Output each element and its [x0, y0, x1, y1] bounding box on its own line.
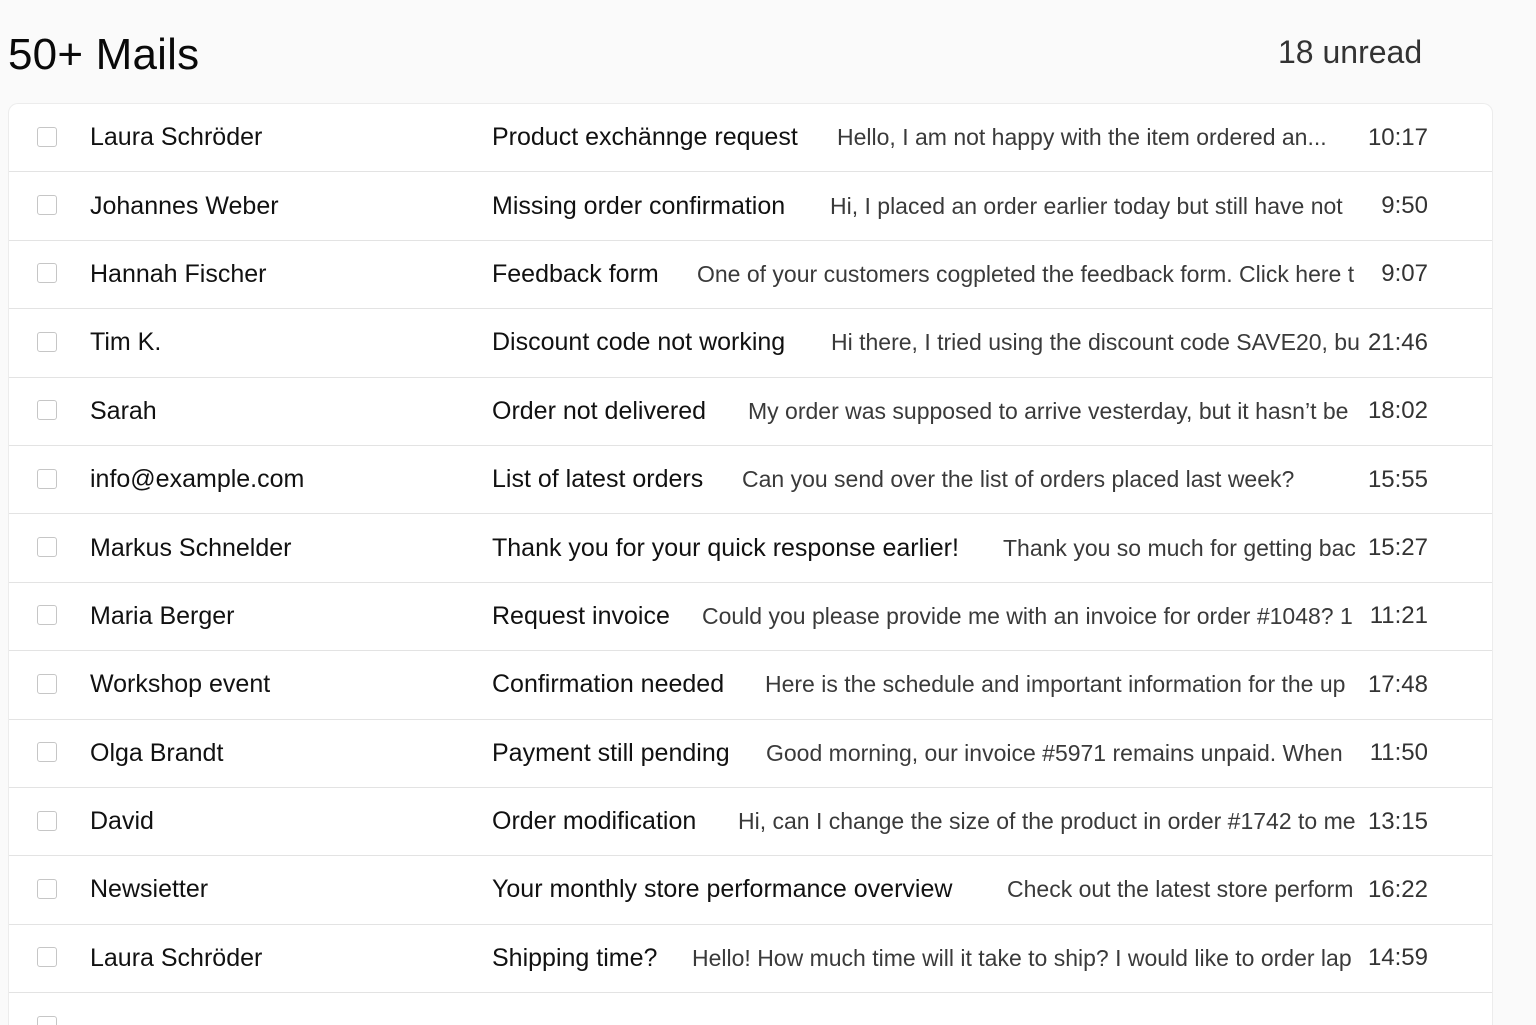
mail-row[interactable]: info@example.com List of latest orders C…: [9, 445, 1492, 515]
mail-time: 21:46: [1367, 309, 1428, 377]
mail-subject: Discount code not working: [492, 328, 786, 357]
mail-checkbox[interactable]: [37, 537, 57, 558]
mail-time: 15:55: [1367, 445, 1428, 514]
mail-row[interactable]: Workshop event Confirmation needed Here …: [9, 651, 1492, 720]
mail-subject: Product exchännge request: [492, 123, 798, 152]
mail-checkbox[interactable]: [37, 331, 57, 352]
mail-preview: Check out the latest store perform: [1007, 876, 1354, 903]
mail-row[interactable]: [9, 993, 1492, 1025]
mail-checkbox[interactable]: [37, 195, 57, 216]
mail-subject: Feedback form: [492, 259, 659, 288]
mail-sender: Workshop event: [90, 670, 271, 699]
mail-row[interactable]: Olga Brandt Payment still pending Good m…: [9, 719, 1492, 788]
mail-sender: Laura Schröder: [90, 943, 263, 972]
mail-row[interactable]: Hannah Fischer Feedback form One of your…: [9, 240, 1492, 310]
mail-sender: David: [90, 807, 154, 836]
mail-checkbox[interactable]: [37, 878, 57, 899]
mail-time: 9:50: [1381, 172, 1428, 240]
mail-row[interactable]: Johannes Weber Missing order confirmatio…: [9, 172, 1492, 241]
mail-checkbox[interactable]: [37, 810, 57, 831]
mail-time: 9:07: [1381, 240, 1428, 309]
mail-checkbox[interactable]: [37, 126, 57, 147]
mail-checkbox[interactable]: [37, 263, 57, 284]
mail-preview: Could you please provide me with an invo…: [702, 602, 1353, 629]
mail-checkbox[interactable]: [37, 673, 57, 694]
mail-subject: Thank you for your quick response earlie…: [492, 533, 959, 562]
mail-subject: Request invoice: [492, 601, 670, 630]
mail-checkbox[interactable]: [37, 742, 57, 763]
mail-preview: Hi, I placed an order earlier today but …: [830, 192, 1343, 219]
mail-preview: My order was supposed to arrive vesterda…: [748, 397, 1349, 424]
mail-subject: Order modification: [492, 807, 697, 836]
mail-row[interactable]: Sarah Order not delivered My order was s…: [9, 377, 1492, 446]
mail-subject: Confirmation needed: [492, 670, 725, 699]
mail-sender: Johannes Weber: [90, 191, 279, 220]
mail-subject: Your monthly store performance overview: [492, 875, 953, 904]
mail-list: Laura Schröder Product exchännge request…: [8, 103, 1493, 1025]
mail-checkbox[interactable]: [37, 468, 57, 489]
mail-time: 13:15: [1367, 787, 1428, 856]
mail-row[interactable]: Markus Schnelder Thank you for your quic…: [9, 514, 1492, 583]
mail-preview: Hi, can I change the size of the product…: [738, 808, 1356, 835]
mail-checkbox[interactable]: [37, 605, 57, 626]
mail-sender: Markus Schnelder: [90, 533, 292, 562]
mail-header: 50+ Mails 18 unread: [0, 0, 1536, 100]
mail-row[interactable]: Laura Schröder Shipping time? Hello! How…: [9, 924, 1492, 994]
mail-subject: Shipping time?: [492, 943, 658, 972]
mail-row[interactable]: Laura Schröder Product exchännge request…: [9, 104, 1492, 173]
mail-row[interactable]: David Order modification Hi, can I chang…: [9, 787, 1492, 857]
mail-subject: Payment still pending: [492, 738, 730, 767]
mail-sender: Hannah Fischer: [90, 259, 267, 288]
mail-preview: One of your customers cogpleted the feed…: [697, 260, 1355, 287]
mail-checkbox[interactable]: [37, 947, 57, 968]
mail-time: 11:21: [1369, 582, 1428, 651]
mail-time: 15:27: [1367, 514, 1428, 582]
mail-preview: Can you send over the list of orders pla…: [742, 466, 1295, 493]
mail-sender: info@example.com: [90, 465, 305, 494]
unread-count: 18 unread: [1278, 34, 1423, 70]
mail-preview: Hello! How much time will it take to shi…: [692, 944, 1352, 971]
mail-sender: Tim K.: [90, 328, 162, 357]
mail-checkbox[interactable]: [37, 400, 57, 421]
mail-preview: Here is the schedule and important infor…: [765, 671, 1346, 698]
mail-time: 11:50: [1369, 719, 1428, 787]
mail-row[interactable]: Tim K. Discount code not working Hi ther…: [9, 309, 1492, 378]
mail-row[interactable]: Maria Berger Request invoice Could you p…: [9, 582, 1492, 652]
mail-subject: Order not delivered: [492, 396, 707, 425]
mail-sender: Olga Brandt: [90, 738, 224, 767]
mail-time: 17:48: [1367, 651, 1428, 719]
mail-subject: List of latest orders: [492, 465, 704, 494]
mail-sender: Laura Schröder: [90, 123, 263, 152]
mail-sender: Newsietter: [90, 875, 209, 904]
mail-sender: Sarah: [90, 396, 157, 425]
mail-row[interactable]: Newsietter Your monthly store performanc…: [9, 856, 1492, 925]
mail-sender: Maria Berger: [90, 601, 235, 630]
mail-preview: Thank you so much for getting bac: [1003, 534, 1356, 561]
mail-time: 10:17: [1367, 104, 1428, 172]
mail-preview: Hi there, I tried using the discount cod…: [831, 329, 1360, 356]
page-title: 50+ Mails: [8, 30, 200, 79]
mail-time: 18:02: [1367, 377, 1428, 445]
mail-time: 14:59: [1367, 924, 1428, 993]
mail-preview: Hello, I am not happy with the item orde…: [837, 124, 1327, 151]
mail-time: 16:22: [1367, 856, 1428, 924]
mail-preview: Good morning, our invoice #5971 remains …: [766, 739, 1343, 766]
mail-subject: Missing order confirmation: [492, 191, 786, 220]
